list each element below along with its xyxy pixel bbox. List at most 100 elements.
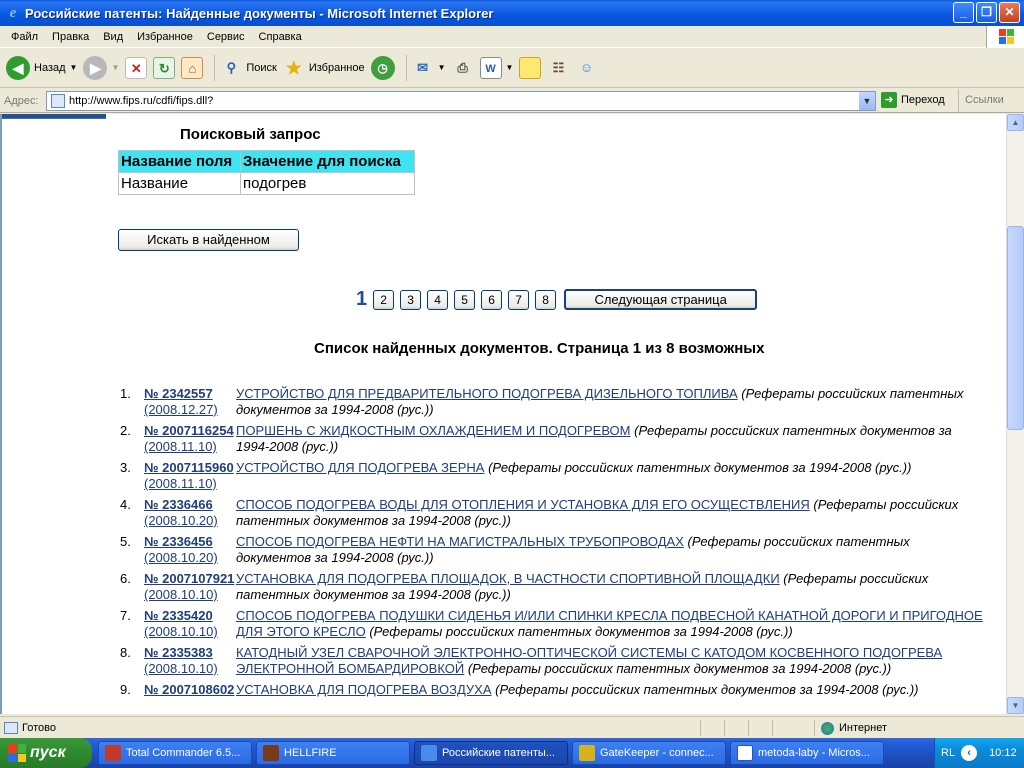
page-button[interactable]: 2 [373, 289, 395, 310]
edit-button[interactable]: W ▼ [479, 56, 514, 79]
home-icon: ⌂ [181, 56, 204, 79]
list-item: 6. № 2007107921 (2008.10.10) УСТАНОВКА ДЛ… [114, 571, 994, 603]
result-number-link[interactable]: № 2336456 [144, 534, 236, 550]
result-source: (Рефераты российских патентных документо… [467, 661, 892, 676]
stop-button[interactable]: ✕ [125, 56, 148, 79]
home-button[interactable]: ⌂ [181, 56, 204, 79]
chevron-down-icon[interactable]: ▼ [111, 63, 119, 72]
result-number-link[interactable]: № 2342557 [144, 386, 236, 402]
page-button[interactable]: 5 [454, 289, 476, 310]
result-title-link[interactable]: УСТАНОВКА ДЛЯ ПОДОГРЕВА ПЛОЩАДОК, В ЧАСТ… [236, 571, 780, 586]
result-number-link[interactable]: № 2007116254 [144, 423, 236, 439]
result-number-link[interactable]: № 2007107921 [144, 571, 236, 587]
menu-help[interactable]: Справка [252, 31, 309, 43]
exit-button-remnant[interactable] [2, 114, 106, 119]
result-title-link[interactable]: ПОРШЕНЬ С ЖИДКОСТНЫМ ОХЛАЖДЕНИЕМ И ПОДОГ… [236, 423, 631, 438]
menu-tools[interactable]: Сервис [200, 31, 252, 43]
result-source: (Рефераты российских патентных документо… [369, 624, 793, 639]
page-button[interactable]: 8 [535, 289, 557, 310]
back-button[interactable]: ◀ Назад ▼ [6, 55, 78, 80]
start-button[interactable]: пуск [0, 738, 92, 768]
refresh-icon: ↻ [153, 56, 176, 79]
close-button[interactable]: ✕ [999, 2, 1020, 23]
ie-icon [421, 745, 437, 761]
result-index: 2. [120, 423, 131, 438]
note-icon [519, 56, 542, 79]
page-button[interactable]: 4 [427, 289, 449, 310]
scroll-down-arrow[interactable]: ▼ [1007, 697, 1024, 714]
result-title-link[interactable]: УСТРОЙСТВО ДЛЯ ПРЕДВАРИТЕЛЬНОГО ПОДОГРЕВ… [236, 386, 738, 401]
result-source: (Рефераты российских патентных документо… [488, 460, 912, 475]
task-gatekeeper[interactable]: GateKeeper - connec... [572, 741, 726, 765]
key-icon [579, 745, 595, 761]
favorites-button[interactable]: ★ Избранное [283, 57, 365, 79]
messenger-button[interactable]: ☺ [575, 57, 597, 79]
minimize-button[interactable]: _ [953, 2, 974, 23]
chevron-down-icon[interactable]: ▼ [70, 63, 78, 72]
status-cells [700, 720, 796, 736]
page-button[interactable]: 7 [508, 289, 530, 310]
security-zone: Интернет [814, 720, 887, 736]
result-number-link[interactable]: № 2336466 [144, 497, 236, 513]
result-date[interactable]: (2008.10.10) [144, 587, 236, 603]
result-title-link[interactable]: СПОСОБ ПОДОГРЕВА НЕФТИ НА МАГИСТРАЛЬНЫХ … [236, 534, 684, 549]
next-page-button[interactable]: Следующая страница [564, 289, 758, 310]
maximize-button[interactable]: ❐ [976, 2, 997, 23]
scroll-thumb[interactable] [1007, 226, 1024, 430]
task-total-commander[interactable]: Total Commander 6.5... [98, 741, 252, 765]
result-number-link[interactable]: № 2335420 [144, 608, 236, 624]
task-label: Total Commander 6.5... [126, 747, 241, 759]
task-word[interactable]: metoda-laby - Micros... [730, 741, 884, 765]
menu-edit[interactable]: Правка [45, 31, 96, 43]
vertical-scrollbar[interactable]: ▲ ▼ [1006, 114, 1024, 714]
status-bar: Готово Интернет [0, 716, 1024, 738]
result-date[interactable]: (2008.12.27) [144, 402, 236, 418]
page-content: Поисковый запрос Название поля Значение … [0, 114, 1006, 714]
toolbar-separator [214, 54, 216, 81]
result-number-link[interactable]: № 2007115960 [144, 460, 236, 476]
result-date[interactable]: (2008.10.10) [144, 624, 236, 640]
forward-button[interactable]: ▶ ▼ [83, 55, 119, 80]
mail-button[interactable]: ✉ ▼ [412, 57, 446, 79]
history-button[interactable]: ◷ [370, 55, 395, 80]
print-button[interactable]: ⎙ [452, 57, 474, 79]
menu-file[interactable]: Файл [4, 31, 45, 43]
system-tray: RL ‹ 10:12 [934, 738, 1024, 768]
result-date[interactable]: (2008.10.10) [144, 661, 236, 677]
menu-view[interactable]: Вид [96, 31, 130, 43]
go-button[interactable]: ➜ Переход [881, 92, 945, 108]
scroll-up-arrow[interactable]: ▲ [1007, 114, 1024, 131]
menu-favorites[interactable]: Избранное [130, 31, 200, 43]
language-indicator[interactable]: RL [941, 747, 955, 759]
notes-button[interactable] [519, 56, 542, 79]
page-button[interactable]: 6 [481, 289, 503, 310]
result-title-link[interactable]: СПОСОБ ПОДОГРЕВА ВОДЫ ДЛЯ ОТОПЛЕНИЯ И УС… [236, 497, 810, 512]
result-date[interactable]: (2008.10.20) [144, 513, 236, 529]
research-button[interactable]: ☷ [547, 57, 569, 79]
task-ie[interactable]: Российские патенты... [414, 741, 568, 765]
result-date[interactable]: (2008.11.10) [144, 476, 236, 492]
search-button[interactable]: ⚲ Поиск [220, 57, 277, 79]
links-button[interactable]: Ссылки [958, 89, 1004, 112]
forward-arrow-icon: ▶ [83, 55, 108, 80]
page-button[interactable]: 3 [400, 289, 422, 310]
chevron-down-icon[interactable]: ▼ [506, 63, 514, 72]
result-number-link[interactable]: № 2007108602 [144, 682, 236, 698]
favorites-label: Избранное [308, 61, 365, 74]
pagination: 1 2 3 4 5 6 7 8 Следующая страница [356, 288, 758, 311]
chevron-down-icon[interactable]: ▼ [859, 92, 875, 110]
task-hellfire[interactable]: HELLFIRE [256, 741, 410, 765]
address-input[interactable]: http://www.fips.ru/cdfi/fips.dll? ▼ [46, 91, 876, 111]
search-in-found-button[interactable]: Искать в найденном [118, 229, 299, 251]
result-number-link[interactable]: № 2335383 [144, 645, 236, 661]
tray-expand-icon[interactable]: ‹ [961, 745, 978, 761]
result-date[interactable]: (2008.11.10) [144, 439, 236, 455]
result-index: 4. [120, 497, 131, 512]
refresh-button[interactable]: ↻ [153, 56, 176, 79]
result-date[interactable]: (2008.10.20) [144, 550, 236, 566]
list-item: 8. № 2335383 (2008.10.10) КАТОДНЫЙ УЗЕЛ С… [114, 645, 994, 677]
go-label: Переход [901, 94, 945, 106]
chevron-down-icon[interactable]: ▼ [438, 63, 446, 72]
result-title-link[interactable]: УСТАНОВКА ДЛЯ ПОДОГРЕВА ВОЗДУХА [236, 682, 492, 697]
result-title-link[interactable]: УСТРОЙСТВО ДЛЯ ПОДОГРЕВА ЗЕРНА [236, 460, 484, 475]
